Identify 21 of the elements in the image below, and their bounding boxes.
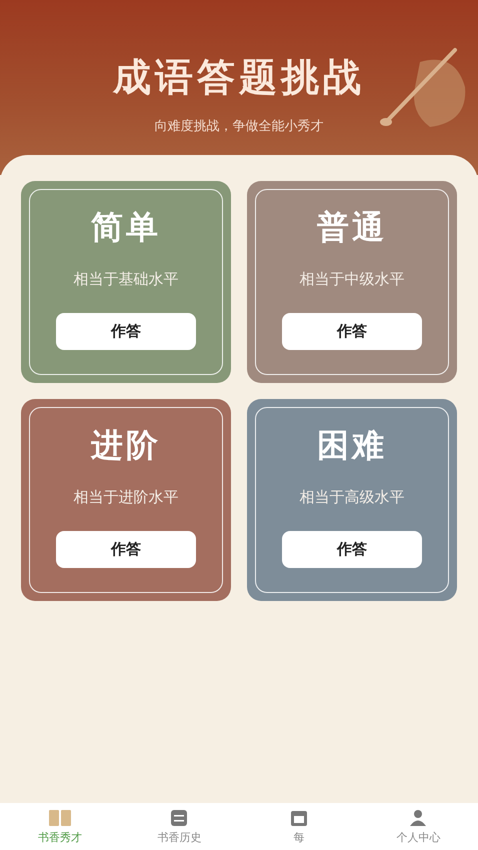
level-description: 相当于进阶水平 [74, 488, 178, 507]
page-subtitle: 向难度挑战，争做全能小秀才 [154, 118, 324, 135]
level-name: 简单 [91, 207, 161, 248]
level-name: 进阶 [91, 425, 161, 466]
nav-tab[interactable]: 个人中心 [396, 830, 440, 844]
level-name: 困难 [317, 425, 387, 466]
level-description: 相当于基础水平 [74, 270, 178, 289]
level-name: 普通 [317, 207, 387, 248]
level-description: 相当于中级水平 [300, 270, 404, 289]
answer-button[interactable]: 作答 [56, 313, 196, 350]
level-description: 相当于高级水平 [300, 488, 404, 507]
answer-button[interactable]: 作答 [282, 531, 422, 568]
book-icon [48, 808, 72, 826]
answer-button[interactable]: 作答 [56, 531, 196, 568]
page-title: 成语答题挑战 [113, 54, 365, 101]
answer-button[interactable]: 作答 [282, 313, 422, 350]
nav-tab[interactable]: 每 [293, 830, 304, 844]
nav-tab[interactable]: 书香历史 [157, 830, 202, 844]
person-icon [409, 808, 428, 826]
notebook-icon [170, 808, 188, 826]
calendar-icon [290, 808, 308, 826]
